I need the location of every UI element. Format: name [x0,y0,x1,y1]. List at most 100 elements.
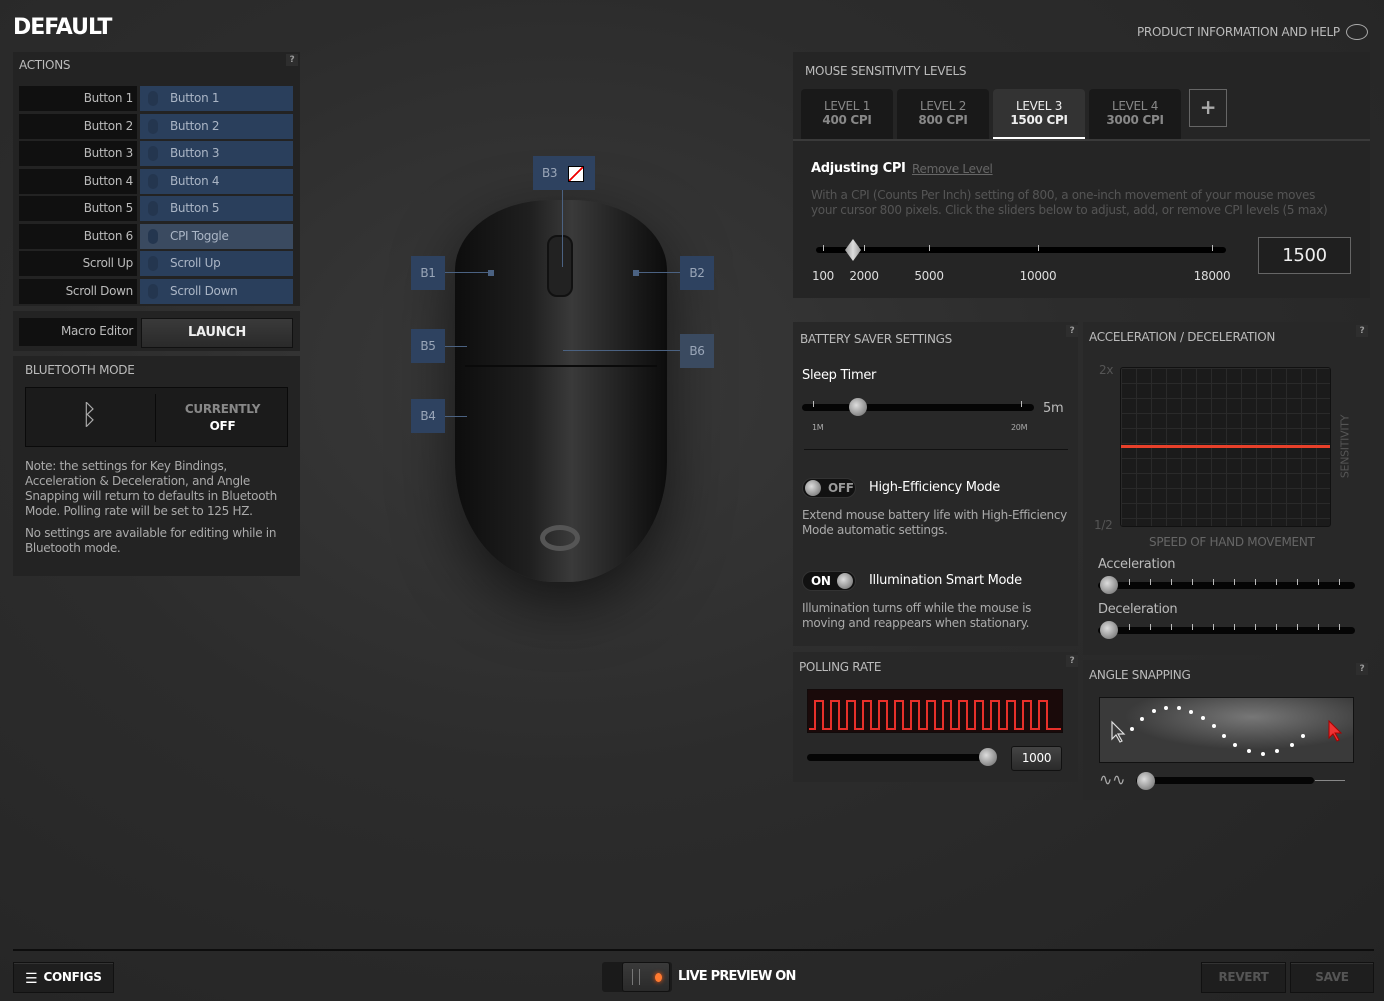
add-level-button[interactable]: + [1189,89,1227,127]
action-binding-label: Button 4 [170,173,220,188]
mouse-icon [148,146,158,161]
toggle-slider [622,962,670,992]
tick [1297,624,1298,630]
sensitivity-title: MOUSE SENSITIVITY LEVELS [805,64,967,78]
tab-level-3[interactable]: LEVEL 3 1500 CPI [993,89,1085,141]
configs-label: CONFIGS [43,970,102,984]
angle-snapping-slider[interactable] [1136,777,1314,784]
bluetooth-toggle-button[interactable]: ᛒ CURRENTLY OFF [25,387,288,447]
bluetooth-note-2: No settings are available for editing wh… [25,526,277,555]
sleep-timer-value: 5m [1043,401,1064,416]
cpi-tick-label: 2000 [849,269,879,283]
launch-button[interactable]: LAUNCH [141,318,293,348]
angle-help-button[interactable]: ? [1356,663,1368,675]
product-help-link[interactable]: PRODUCT INFORMATION AND HELP [1137,24,1368,40]
mouse-image [455,200,667,582]
level-label: LEVEL 3 [1015,99,1063,113]
illumination-smart-description: Illumination turns off while the mouse i… [802,601,1032,630]
tick [1129,579,1130,585]
angle-snapping-preview [1099,697,1354,763]
tick [1255,579,1256,585]
action-button-label: Scroll Up [19,251,137,276]
action-binding[interactable]: Button 1 [140,86,293,111]
tab-level-1[interactable]: LEVEL 1 400 CPI [801,89,893,141]
accel-y-min: 1/2 [1094,518,1113,532]
battery-title: BATTERY SAVER SETTINGS [800,332,952,346]
accel-title: ACCELERATION / DECELERATION [1089,330,1276,344]
action-binding[interactable]: Scroll Up [140,251,293,276]
level-label: LEVEL 1 [823,99,871,113]
tab-level-2[interactable]: LEVEL 2 800 CPI [897,89,989,141]
deceleration-label: Deceleration [1098,602,1178,617]
tick [1129,624,1130,630]
toggle-knob [837,573,853,589]
steelseries-logo [540,525,580,551]
tick [1192,624,1193,630]
mouse-label-b1[interactable]: B1 [411,256,445,290]
mouse-icon [148,173,158,189]
level-cpi: 3000 CPI [1106,113,1164,127]
gauge-icon [148,228,158,244]
cpi-slider[interactable] [816,247,1226,253]
sleep-min-label: 1M [812,423,824,432]
page-title: DEFAULT [13,15,112,40]
grip-icon [632,969,640,985]
b2-connector [636,272,680,273]
live-preview-toggle[interactable] [602,962,672,992]
deceleration-handle[interactable] [1100,621,1118,639]
action-binding[interactable]: Button 2 [140,113,293,139]
mouse-label-b5[interactable]: B5 [411,329,445,363]
tab-level-4[interactable]: LEVEL 4 3000 CPI [1089,89,1181,141]
high-efficiency-label: High-Efficiency Mode [869,480,1000,495]
bluetooth-icon: ᛒ [81,398,98,431]
deceleration-slider[interactable] [1098,627,1355,634]
b5-connector [445,346,467,347]
action-binding[interactable]: Scroll Down [140,278,293,304]
b4-connector [445,416,467,417]
cpi-tick-label: 10000 [1019,269,1057,283]
bluetooth-status-label: CURRENTLY [184,402,261,416]
mouse-icon [148,256,158,271]
action-binding[interactable]: CPI Toggle [140,223,293,249]
cpi-tick [929,245,930,251]
cpi-value-input[interactable]: 1500 [1258,237,1351,274]
mouse-label-b2[interactable]: B2 [680,256,714,290]
accel-help-button[interactable]: ? [1356,325,1368,337]
b3-connector [562,190,563,267]
action-binding[interactable]: Button 5 [140,196,293,221]
configs-button[interactable]: ☰ CONFIGS [13,962,114,993]
b1-connector [445,272,490,273]
polling-rate-value[interactable]: 1000 [1011,746,1062,771]
action-binding[interactable]: Button 4 [140,168,293,194]
action-binding-label: Scroll Down [170,283,238,298]
bluetooth-status: OFF [209,419,236,433]
toggle-state: ON [811,574,831,588]
tick [1150,579,1151,585]
action-binding[interactable]: Button 3 [140,141,293,166]
battery-help-button[interactable]: ? [1066,325,1078,337]
acceleration-slider[interactable] [1098,582,1355,589]
sleep-timer-handle[interactable] [849,398,867,416]
tick [1234,624,1235,630]
angle-snapping-handle[interactable] [1137,772,1155,790]
actions-help-button[interactable]: ? [286,54,298,66]
mouse-label-b3[interactable]: B3 [533,156,595,190]
sleep-max-label: 20M [1011,423,1028,432]
action-binding-label: CPI Toggle [170,228,229,243]
polling-rate-slider[interactable] [807,754,997,761]
polling-help-button[interactable]: ? [1066,655,1078,667]
mouse-label-b4[interactable]: B4 [411,399,445,433]
illumination-smart-toggle[interactable]: ON [802,571,856,591]
acceleration-handle[interactable] [1100,576,1118,594]
save-button[interactable]: SAVE [1290,962,1374,993]
polling-rate-handle[interactable] [979,748,997,766]
accel-curve-line [1121,445,1330,448]
revert-button[interactable]: REVERT [1201,962,1286,993]
sleep-timer-slider[interactable] [802,404,1034,411]
high-efficiency-toggle[interactable]: OFF [802,478,856,498]
level-cpi: 800 CPI [918,113,968,127]
remove-level-link[interactable]: Remove Level [912,162,993,176]
mouse-label-b6[interactable]: B6 [680,334,714,368]
tick [1297,579,1298,585]
product-help-label: PRODUCT INFORMATION AND HELP [1137,25,1340,39]
